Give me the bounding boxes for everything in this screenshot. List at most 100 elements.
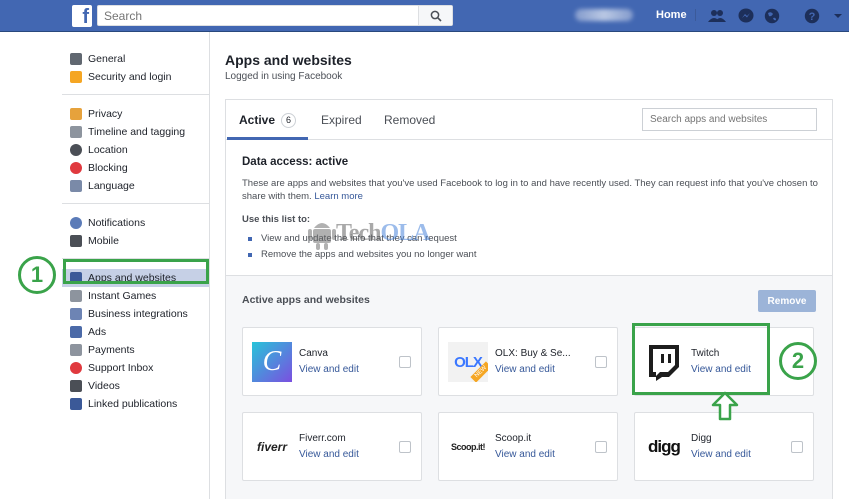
app-select-checkbox[interactable] [399,441,411,453]
annotation-step-1: 1 [18,256,56,294]
sidebar-item-support-inbox[interactable]: Support Inbox [62,359,210,377]
tab-expired[interactable]: Expired [309,100,374,140]
sidebar-item-timeline-and-tagging[interactable]: Timeline and tagging [62,123,210,141]
sidebar-item-label: Privacy [88,108,123,120]
sidebar-item-ads[interactable]: Ads [62,323,210,341]
notifications-globe-icon[interactable] [763,7,781,25]
sidebar-item-linked-publications[interactable]: Linked publications [62,395,210,413]
language-icon [70,180,82,192]
mobile-icon [70,235,82,247]
chevron-down-icon[interactable] [829,7,847,25]
app-select-checkbox[interactable] [595,441,607,453]
sidebar-item-label: General [88,53,126,65]
sidebar-item-notifications[interactable]: Notifications [62,214,210,232]
use-list-title: Use this list to: [242,214,311,225]
sidebar-item-label: Timeline and tagging [88,126,186,138]
sidebar-group: Apps and websites Instant Games Business i… [62,265,210,421]
lock-icon [70,108,82,120]
sidebar-item-label: Ads [88,326,107,338]
tab-active[interactable]: Active 6 [227,100,309,140]
scoopit-logo-text: Scoop.it! [451,442,486,452]
search-apps-input[interactable] [642,108,817,131]
app-card-digg[interactable]: digg Digg View and edit [634,412,814,481]
messenger-icon[interactable] [737,7,755,25]
annotation-step-2: 2 [779,342,817,380]
app-name: Digg [691,433,712,444]
video-icon [70,380,82,392]
location-icon [70,144,82,156]
sidebar-item-mobile[interactable]: Mobile [62,232,210,250]
list-item: Remove the apps and websites you no long… [242,247,822,263]
search-input[interactable] [98,6,418,25]
tab-bar: Active 6 Expired Removed [226,100,832,140]
home-link[interactable]: Home [648,9,696,21]
app-name: Canva [299,348,328,359]
sidebar-item-payments[interactable]: Payments [62,341,210,359]
sidebar-item-label: Blocking [88,162,128,174]
app-card-scoopit[interactable]: Scoop.it! Scoop.it View and edit [438,412,618,481]
data-access-section: Data access: active These are apps and w… [242,156,822,263]
svg-text:?: ? [809,11,816,23]
sidebar-item-label: Instant Games [88,290,157,302]
sidebar-item-language[interactable]: Language [62,177,210,195]
search-icon[interactable] [418,6,452,25]
bullet-icon [248,237,252,241]
sidebar-item-instant-games[interactable]: Instant Games [62,287,210,305]
sidebar-item-videos[interactable]: Videos [62,377,210,395]
help-icon[interactable]: ? [803,7,821,25]
sidebar-item-label: Business integrations [88,308,188,320]
sidebar-item-blocking[interactable]: Blocking [62,159,210,177]
user-profile-link[interactable] [575,9,633,21]
sidebar-item-business-integrations[interactable]: Business integrations [62,305,210,323]
app-name: Fiverr.com [299,433,346,444]
sidebar-group: Notifications Mobile [62,210,210,259]
app-select-checkbox[interactable] [399,356,411,368]
sidebar-item-security-and-login[interactable]: Security and login [62,68,210,86]
sidebar-item-label: Videos [88,380,120,392]
publications-icon [70,398,82,410]
digg-logo-text: digg [648,437,681,456]
page-subtitle: Logged in using Facebook [225,71,343,82]
app-select-checkbox[interactable] [595,356,607,368]
sidebar-item-label: Linked publications [88,398,178,410]
sidebar-item-general[interactable]: General [62,50,210,68]
view-and-edit-link[interactable]: View and edit [691,449,751,460]
app-card-fiverr[interactable]: fiverr Fiverr.com View and edit [242,412,422,481]
sidebar-item-location[interactable]: Location [62,141,210,159]
learn-more-link[interactable]: Learn more [314,191,363,202]
facebook-logo-icon[interactable]: f [72,5,92,27]
sidebar-item-label: Location [88,144,128,156]
active-apps-label: Active apps and websites [242,294,370,306]
view-and-edit-link[interactable]: View and edit [299,364,359,375]
remove-button[interactable]: Remove [758,290,816,312]
app-card-canva[interactable]: C Canva View and edit [242,327,422,396]
ads-icon [70,326,82,338]
apps-panel: Active 6 Expired Removed Data access: act… [225,99,833,499]
tab-removed[interactable]: Removed [372,100,447,140]
sidebar-item-label: Notifications [88,217,146,229]
friend-requests-icon[interactable] [708,7,726,25]
sidebar-item-privacy[interactable]: Privacy [62,105,210,123]
fiverr-logo-icon: fiverr [252,427,292,467]
canva-logo-icon: C [252,342,292,382]
support-icon [70,362,82,374]
gear-icon [70,53,82,65]
annotation-highlight-sidebar [63,259,209,284]
digg-logo-icon: digg [644,427,684,467]
bullet-text: Remove the apps and websites you no long… [261,249,477,260]
view-and-edit-link[interactable]: View and edit [495,449,555,460]
data-access-description: These are apps and websites that you've … [242,177,822,203]
tab-active-label: Active [239,113,276,127]
sidebar-group: Privacy Timeline and tagging Location Block… [62,101,210,204]
sidebar-item-label: Language [88,180,135,192]
app-card-olx[interactable]: OLX NEW OLX: Buy & Se... View and edit [438,327,618,396]
view-and-edit-link[interactable]: View and edit [495,364,555,375]
view-and-edit-link[interactable]: View and edit [299,449,359,460]
canva-logo-letter: C [262,346,282,377]
app-name: OLX: Buy & Se... [495,348,571,359]
app-select-checkbox[interactable] [791,441,803,453]
business-icon [70,308,82,320]
sidebar-item-label: Mobile [88,235,119,247]
bullet-icon [248,253,252,257]
sidebar-group: General Security and login [62,46,210,95]
